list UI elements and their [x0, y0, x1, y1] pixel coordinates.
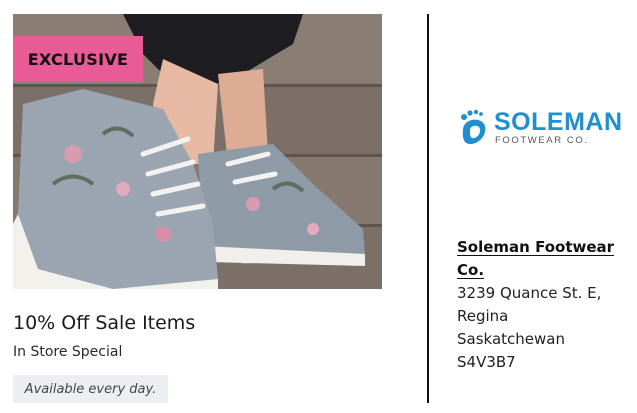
- offer-subtitle: In Store Special: [13, 344, 123, 360]
- logo-tagline: FOOTWEAR CO.: [495, 135, 589, 146]
- address-line: Regina: [457, 307, 509, 325]
- address-line: Saskatchewan: [457, 330, 565, 348]
- address-line: 3239 Quance St. E,: [457, 284, 602, 302]
- column-divider: [427, 14, 429, 403]
- offer-title: 10% Off Sale Items: [13, 312, 196, 334]
- footprint-icon: [461, 109, 486, 144]
- business-name-link[interactable]: Soleman Footwear Co.: [457, 236, 627, 282]
- business-address: 3239 Quance St. E, Regina Saskatchewan S…: [457, 282, 627, 374]
- promo-card: EXCLUSIVE 10% Off Sale Items In Store Sp…: [0, 0, 637, 413]
- availability-chip: Available every day.: [13, 375, 168, 403]
- logo-wordmark: SOLEMAN: [494, 108, 623, 136]
- business-logo: SOLEMAN FOOTWEAR CO.: [458, 108, 623, 150]
- address-line: S4V3B7: [457, 353, 516, 371]
- exclusive-badge: EXCLUSIVE: [13, 36, 143, 82]
